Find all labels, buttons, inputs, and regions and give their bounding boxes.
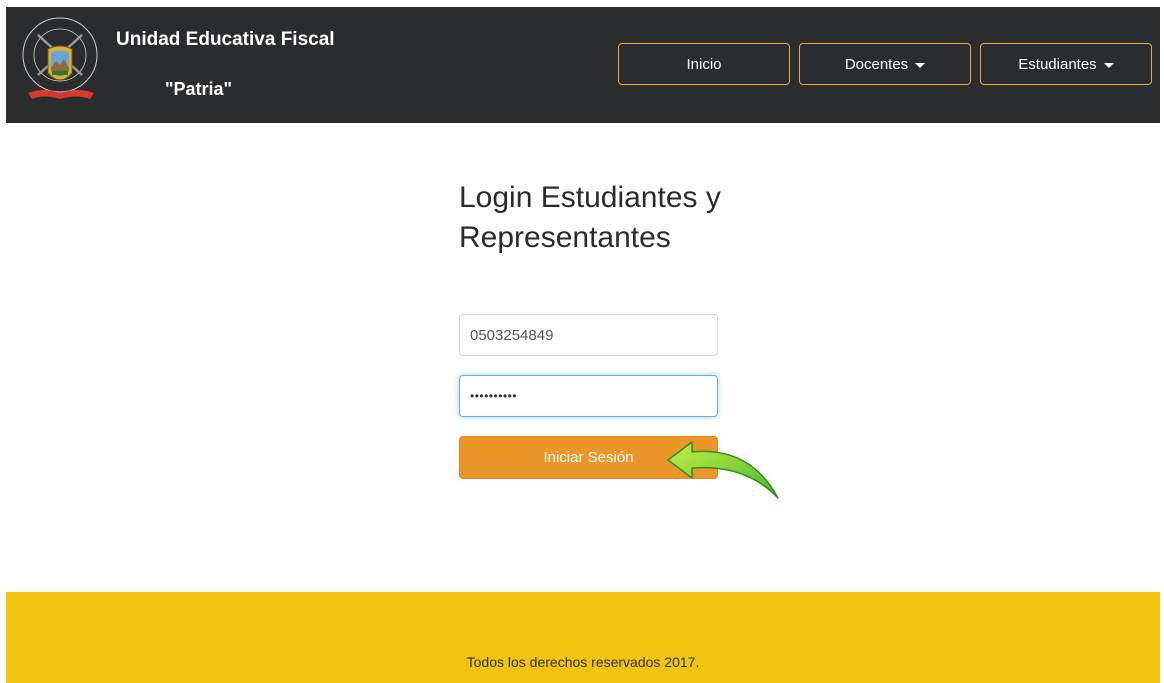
login-title: Login Estudiantes y Representantes bbox=[459, 181, 721, 254]
nav-docentes-label: Docentes bbox=[844, 55, 909, 73]
password-value: •••••••••• bbox=[470, 389, 518, 403]
nav-inicio-label: Inicio bbox=[686, 55, 722, 73]
navbar: Unidad Educativa Fiscal "Patria" Inicio … bbox=[6, 7, 1160, 123]
brand-subtitle[interactable]: "Patria" bbox=[165, 79, 232, 100]
login-submit-label: Iniciar Sesión bbox=[543, 449, 634, 466]
pointer-arrow-icon bbox=[667, 441, 779, 499]
nav-estudiantes-label: Estudiantes bbox=[1018, 55, 1097, 73]
nav-estudiantes-dropdown[interactable]: Estudiantes bbox=[980, 43, 1152, 85]
nav-docentes-dropdown[interactable]: Docentes bbox=[799, 43, 971, 85]
username-input[interactable]: 0503254849 bbox=[459, 314, 718, 356]
password-input[interactable]: •••••••••• bbox=[459, 375, 718, 417]
caret-down-icon bbox=[1103, 62, 1114, 68]
nav-inicio-button[interactable]: Inicio bbox=[618, 43, 790, 85]
brand-title[interactable]: Unidad Educativa Fiscal bbox=[116, 29, 335, 51]
username-value: 0503254849 bbox=[470, 326, 554, 344]
footer: Todos los derechos reservados 2017. bbox=[6, 592, 1160, 683]
footer-copyright: Todos los derechos reservados 2017. bbox=[466, 654, 700, 670]
school-crest-icon[interactable] bbox=[18, 13, 108, 113]
caret-down-icon bbox=[915, 62, 926, 68]
